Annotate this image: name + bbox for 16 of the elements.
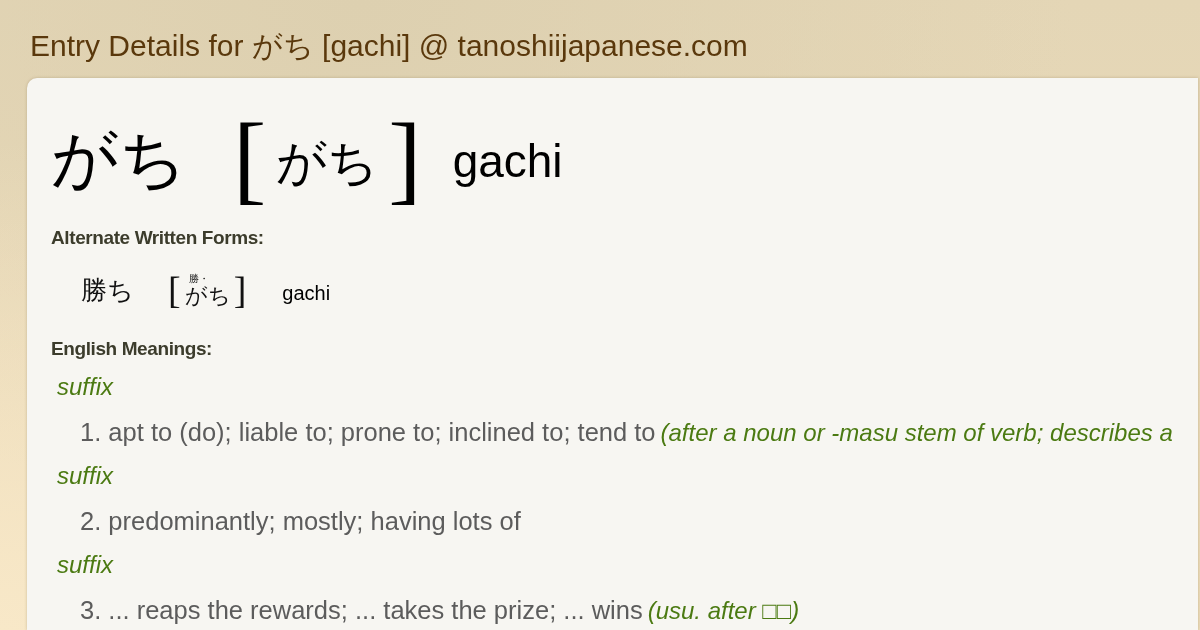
- meaning-text: 2. predominantly; mostly; having lots of: [80, 507, 521, 535]
- page-title: Entry Details for がち [gachi] @ tanoshiijapanese.com: [30, 29, 748, 63]
- part-of-speech-text: suffix: [57, 374, 113, 400]
- part-of-speech-text: suffix: [57, 552, 113, 578]
- meaning-text: 3. ... reaps the rewards; ... takes the prize; ... wins: [80, 596, 643, 624]
- section-label: English Meanings:: [51, 337, 213, 361]
- usage-note-text: (usu. after □□): [647, 597, 800, 624]
- usage-note-text: (after a noun or -masu stem of verb; describes a: [660, 419, 1173, 446]
- entry-word: がち: [51, 121, 187, 197]
- alternate-form-word: 勝ち: [81, 274, 134, 307]
- entry-romaji: gachi: [452, 134, 563, 189]
- meaning-text: 1. apt to (do); liable to; prone to; inclined to; tend to: [80, 418, 656, 446]
- part-of-speech-text: suffix: [57, 463, 113, 489]
- alternate-form-romaji: gachi: [282, 281, 331, 305]
- section-label: Alternate Written Forms:: [51, 226, 264, 250]
- entry-reading: [がち]: [233, 109, 422, 209]
